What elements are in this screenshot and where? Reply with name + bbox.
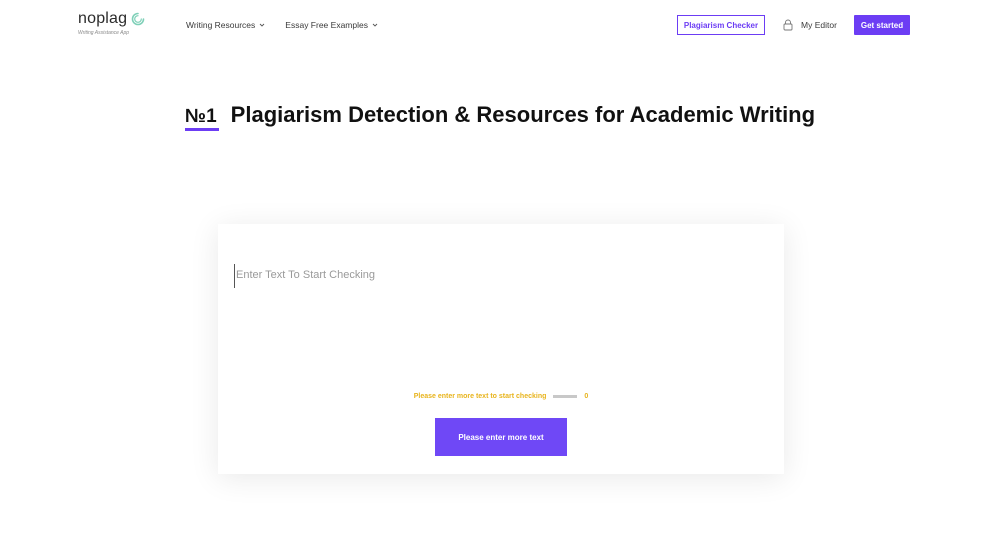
get-started-button[interactable]: Get started: [854, 15, 910, 35]
main-nav: Writing Resources Essay Free Examples: [186, 20, 378, 30]
text-caret: [234, 264, 235, 288]
text-editor: [234, 264, 768, 384]
text-length-progress: [553, 395, 578, 398]
nav-item-label: Writing Resources: [186, 20, 256, 30]
rank-badge: №1: [184, 106, 219, 131]
brand-logo[interactable]: noplag Writing Assistance App: [78, 10, 146, 36]
logo-mark-icon: [131, 12, 145, 26]
word-count: 0: [584, 393, 589, 400]
text-input[interactable]: [236, 269, 766, 379]
chevron-down-icon: [259, 23, 265, 27]
nav-essay-free-examples[interactable]: Essay Free Examples: [285, 20, 378, 30]
page-title: №1 Plagiarism Detection & Resources for A…: [0, 102, 1000, 131]
my-editor-label: My Editor: [801, 20, 837, 30]
site-header: noplag Writing Assistance App Writing Re…: [0, 0, 1000, 52]
brand-tagline: Writing Assistance App: [78, 30, 130, 36]
check-submit-button[interactable]: Please enter more text: [435, 418, 567, 456]
plagiarism-checker-button[interactable]: Plagiarism Checker: [677, 15, 765, 35]
status-message: Please enter more text to start checking: [413, 393, 547, 400]
nav-writing-resources[interactable]: Writing Resources: [186, 20, 265, 30]
lock-icon: [783, 19, 793, 31]
checker-card: Please enter more text to start checking…: [218, 224, 784, 474]
my-editor-link[interactable]: My Editor: [783, 19, 837, 31]
nav-item-label: Essay Free Examples: [285, 20, 368, 30]
chevron-down-icon: [372, 23, 378, 27]
status-bar: Please enter more text to start checking…: [218, 393, 784, 400]
headline-text: Plagiarism Detection & Resources for Aca…: [230, 102, 816, 127]
brand-name: noplag: [78, 10, 128, 27]
